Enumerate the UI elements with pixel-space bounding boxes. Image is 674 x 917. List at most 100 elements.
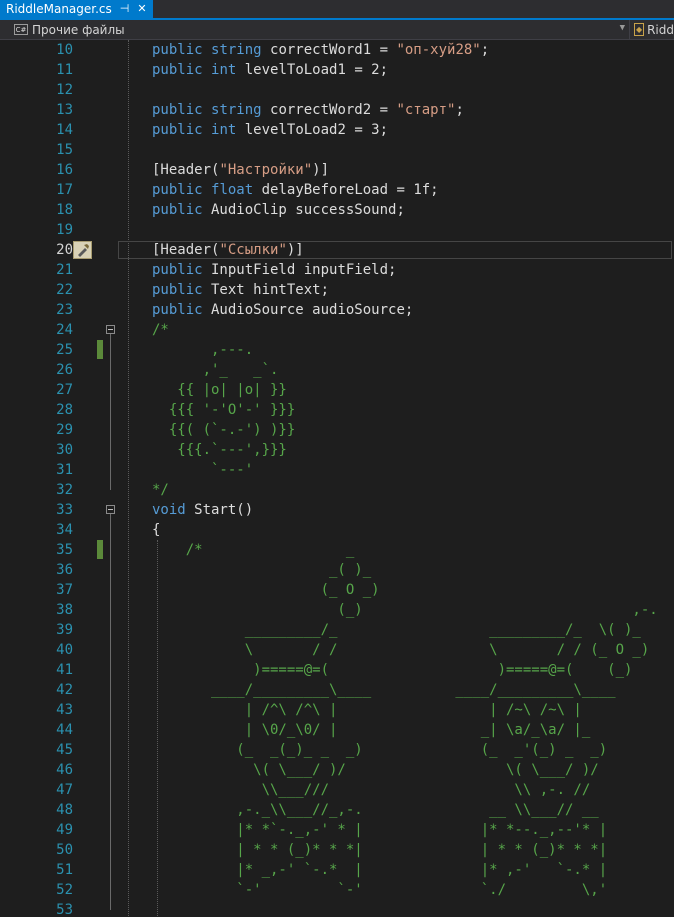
code-line[interactable]: 18 public AudioClip successSound; <box>0 200 674 220</box>
code-line[interactable]: 14 public int levelToLoad2 = 3; <box>0 120 674 140</box>
line-number: 42 <box>56 682 73 698</box>
code-text: /* _ <box>152 542 355 558</box>
code-line[interactable]: 17 public float delayBeforeLoad = 1f; <box>0 180 674 200</box>
line-number: 21 <box>56 262 73 278</box>
tab-riddlemanager[interactable]: RiddleManager.cs ⊣ ✕ <box>0 0 153 18</box>
quick-action-icon[interactable] <box>73 241 92 259</box>
close-icon[interactable]: ✕ <box>137 0 146 18</box>
line-number: 10 <box>56 42 73 58</box>
code-text: void Start() <box>152 502 254 518</box>
code-line[interactable]: 11 public int levelToLoad1 = 2; <box>0 60 674 80</box>
code-line[interactable]: 53 <box>0 900 674 917</box>
code-line[interactable]: 51 |* _,-' `-.* | |* ,-' `-.* | <box>0 860 674 880</box>
line-number: 22 <box>56 282 73 298</box>
code-text: {{( (`-.-') )}} <box>152 422 296 438</box>
class-dropdown[interactable]: ◆ Ridd <box>631 20 674 39</box>
code-line[interactable]: 36 _( )_ <box>0 560 674 580</box>
code-text: ____/_________\____ ____/_________\____ <box>152 682 616 698</box>
line-number: 51 <box>56 862 73 878</box>
code-line[interactable]: 47 \\___/// \\ ,-. // <box>0 780 674 800</box>
code-text: (_ _(_)_ _ _) (_ _'(_) _ _) <box>152 742 608 758</box>
code-line[interactable]: 13 public string correctWord2 = "старт"; <box>0 100 674 120</box>
code-line[interactable]: 37 (_ O _) <box>0 580 674 600</box>
fold-toggle-icon[interactable] <box>106 325 115 334</box>
line-number: 36 <box>56 562 73 578</box>
line-number: 12 <box>56 82 73 98</box>
code-line[interactable]: 46 \( \___/ )/ \( \___/ )/ <box>0 760 674 780</box>
code-text: | * * (_)* * *| | * * (_)* * *| <box>152 842 608 858</box>
code-line[interactable]: 52 `-' `-' `./ \,' <box>0 880 674 900</box>
line-number: 40 <box>56 642 73 658</box>
code-line[interactable]: 48 ,-._\\___//_,-. __ \\___// __ <box>0 800 674 820</box>
line-number: 49 <box>56 822 73 838</box>
fold-region-line <box>110 514 111 910</box>
line-number: 15 <box>56 142 73 158</box>
code-line[interactable]: 27 {{ |o| |o| }} <box>0 380 674 400</box>
code-line[interactable]: 29 {{( (`-.-') )}} <box>0 420 674 440</box>
code-line[interactable]: 38 (_) ,-. _ <box>0 600 674 620</box>
code-text: ,'_ _`. <box>152 362 279 378</box>
code-line[interactable]: 45 (_ _(_)_ _ _) (_ _'(_) _ _) <box>0 740 674 760</box>
change-marker <box>97 340 103 359</box>
tab-title: RiddleManager.cs <box>6 2 112 16</box>
line-number: 53 <box>56 902 73 917</box>
line-number: 20 <box>56 242 73 258</box>
code-line[interactable]: 44 | \0/_\0/ | _| \a/_\a/ |_ <box>0 720 674 740</box>
code-line[interactable]: 10 public string correctWord1 = "оп-хуй28… <box>0 40 674 60</box>
line-number: 33 <box>56 502 73 518</box>
code-text: |* *`-._,-' * | |* *--._,--'* | <box>152 822 608 838</box>
line-number: 29 <box>56 422 73 438</box>
code-line[interactable]: 39 _________/_ _________/_ \( )_ <box>0 620 674 640</box>
code-line[interactable]: 43 | /^\ /^\ | | /~\ /~\ | <box>0 700 674 720</box>
project-dropdown[interactable]: C# Прочие файлы ▼ <box>0 20 630 39</box>
code-line[interactable]: 49 |* *`-._,-' * | |* *--._,--'* | <box>0 820 674 840</box>
code-line[interactable]: 22 public Text hintText; <box>0 280 674 300</box>
line-number: 39 <box>56 622 73 638</box>
code-line[interactable]: 40 \ / / \ / / (_ O _) <box>0 640 674 660</box>
project-label: Прочие файлы <box>32 22 125 37</box>
code-line[interactable]: 21 public InputField inputField; <box>0 260 674 280</box>
code-line[interactable]: 20 [Header("Ссылки")] <box>0 240 674 260</box>
code-line[interactable]: 33 void Start() <box>0 500 674 520</box>
fold-toggle-icon[interactable] <box>106 505 115 514</box>
code-line[interactable]: 16 [Header("Настройки")] <box>0 160 674 180</box>
line-number: 34 <box>56 522 73 538</box>
code-text: {{{ '-'O'-' }}} <box>152 402 296 418</box>
code-line[interactable]: 41 )=====@=( )=====@=( (_) <box>0 660 674 680</box>
code-line[interactable]: 15 <box>0 140 674 160</box>
code-line[interactable]: 42 ____/_________\____ ____/_________\__… <box>0 680 674 700</box>
code-line[interactable]: 32 */ <box>0 480 674 500</box>
code-text: { <box>152 522 161 538</box>
line-number: 31 <box>56 462 73 478</box>
code-text: _( )_ <box>152 562 372 578</box>
class-icon: ◆ <box>634 23 645 36</box>
code-line[interactable]: 50 | * * (_)* * *| | * * (_)* * *| <box>0 840 674 860</box>
pin-icon[interactable]: ⊣ <box>120 0 130 18</box>
code-text: {{{.`---',}}} <box>152 442 287 458</box>
chevron-down-icon[interactable]: ▼ <box>620 23 625 33</box>
code-line[interactable]: 19 <box>0 220 674 240</box>
code-line[interactable]: 23 public AudioSource audioSource; <box>0 300 674 320</box>
code-line[interactable]: 30 {{{.`---',}}} <box>0 440 674 460</box>
code-text: _________/_ _________/_ \( )_ <box>152 622 641 638</box>
code-text: public int levelToLoad2 = 3; <box>152 122 389 138</box>
code-text: )=====@=( )=====@=( (_) <box>152 662 633 678</box>
code-line[interactable]: 12 <box>0 80 674 100</box>
line-number: 25 <box>56 342 73 358</box>
code-text: (_) ,-. _ <box>152 602 674 618</box>
code-line[interactable]: 28 {{{ '-'O'-' }}} <box>0 400 674 420</box>
line-number: 32 <box>56 482 73 498</box>
line-number: 35 <box>56 542 73 558</box>
code-text: /* <box>152 322 169 338</box>
line-number: 47 <box>56 782 73 798</box>
line-number: 19 <box>56 222 73 238</box>
code-text: {{ |o| |o| }} <box>152 382 287 398</box>
line-number: 14 <box>56 122 73 138</box>
code-line[interactable]: 26 ,'_ _`. <box>0 360 674 380</box>
code-editor[interactable]: 10 public string correctWord1 = "оп-хуй28… <box>0 40 674 917</box>
code-text: ,---. <box>152 342 254 358</box>
code-line[interactable]: 34 { <box>0 520 674 540</box>
code-line[interactable]: 24 /* <box>0 320 674 340</box>
code-text: public AudioSource audioSource; <box>152 302 414 318</box>
code-line[interactable]: 31 `---' <box>0 460 674 480</box>
